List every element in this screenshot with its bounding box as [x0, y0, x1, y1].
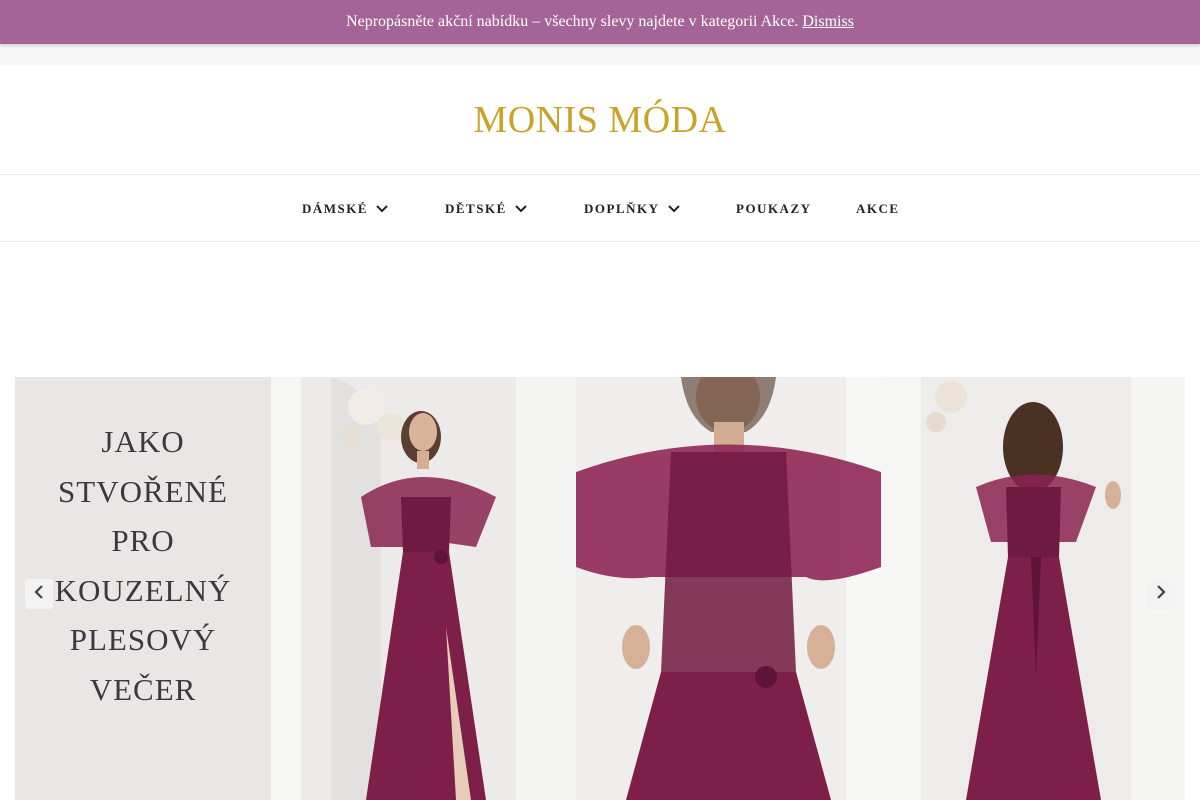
nav-item-poukazy[interactable]: POUKAZY [736, 176, 812, 242]
slogan-line: PRO [111, 523, 175, 558]
nav-item-akce[interactable]: AKCE [856, 176, 900, 242]
chevron-right-icon [1156, 584, 1166, 604]
slide-photo-closeup [576, 377, 881, 800]
slider-edge [1185, 377, 1200, 800]
chevron-down-icon [667, 205, 680, 213]
dismiss-link[interactable]: Dismiss [802, 13, 854, 31]
chevron-down-icon [515, 205, 527, 213]
main-navigation: DÁMSKÉ DĚTSKÉ DOPLŇKY POUKAZY AKCE [0, 176, 1200, 242]
nav-item-label: DOPLŇKY [584, 201, 660, 216]
slide-photo-front [271, 377, 576, 800]
nav-item-label: DÁMSKÉ [302, 201, 369, 216]
slogan-line: JAKO [101, 424, 185, 459]
nav-item-label: POUKAZY [736, 201, 812, 216]
slogan-line: VEČER [89, 671, 197, 707]
slider-prev-button[interactable] [25, 579, 53, 609]
slide-photo-back [881, 377, 1185, 800]
site-header: MONIS MÓDA [0, 65, 1200, 175]
slogan-line: STVOŘENÉ [58, 473, 228, 509]
slogan-line: PLESOVÝ [69, 622, 217, 657]
slogan-line: KOUZELNÝ [54, 572, 232, 608]
slider-next-button[interactable] [1147, 579, 1175, 609]
slide-slogan: JAKO STVOŘENÉ PRO KOUZELNÝ PLESOVÝ VEČER [15, 417, 271, 714]
hero-slider: JAKO STVOŘENÉ PRO KOUZELNÝ PLESOVÝ VEČER [15, 377, 1185, 800]
site-logo[interactable]: MONIS MÓDA [473, 98, 726, 142]
chevron-down-icon [376, 205, 388, 213]
store-notice-bar: Nepropásněte akční nabídku – všechny sle… [0, 0, 1200, 44]
top-bar [0, 44, 1200, 65]
nav-item-label: DĚTSKÉ [445, 201, 507, 216]
nav-item-detske[interactable]: DĚTSKÉ [445, 176, 527, 242]
nav-item-damske[interactable]: DÁMSKÉ [302, 176, 388, 242]
nav-item-doplnky[interactable]: DOPLŇKY [584, 176, 680, 242]
slide-text-panel: JAKO STVOŘENÉ PRO KOUZELNÝ PLESOVÝ VEČER [15, 377, 271, 800]
nav-item-label: AKCE [856, 201, 900, 216]
notice-text: Nepropásněte akční nabídku – všechny sle… [346, 13, 799, 30]
chevron-left-icon [34, 584, 44, 604]
